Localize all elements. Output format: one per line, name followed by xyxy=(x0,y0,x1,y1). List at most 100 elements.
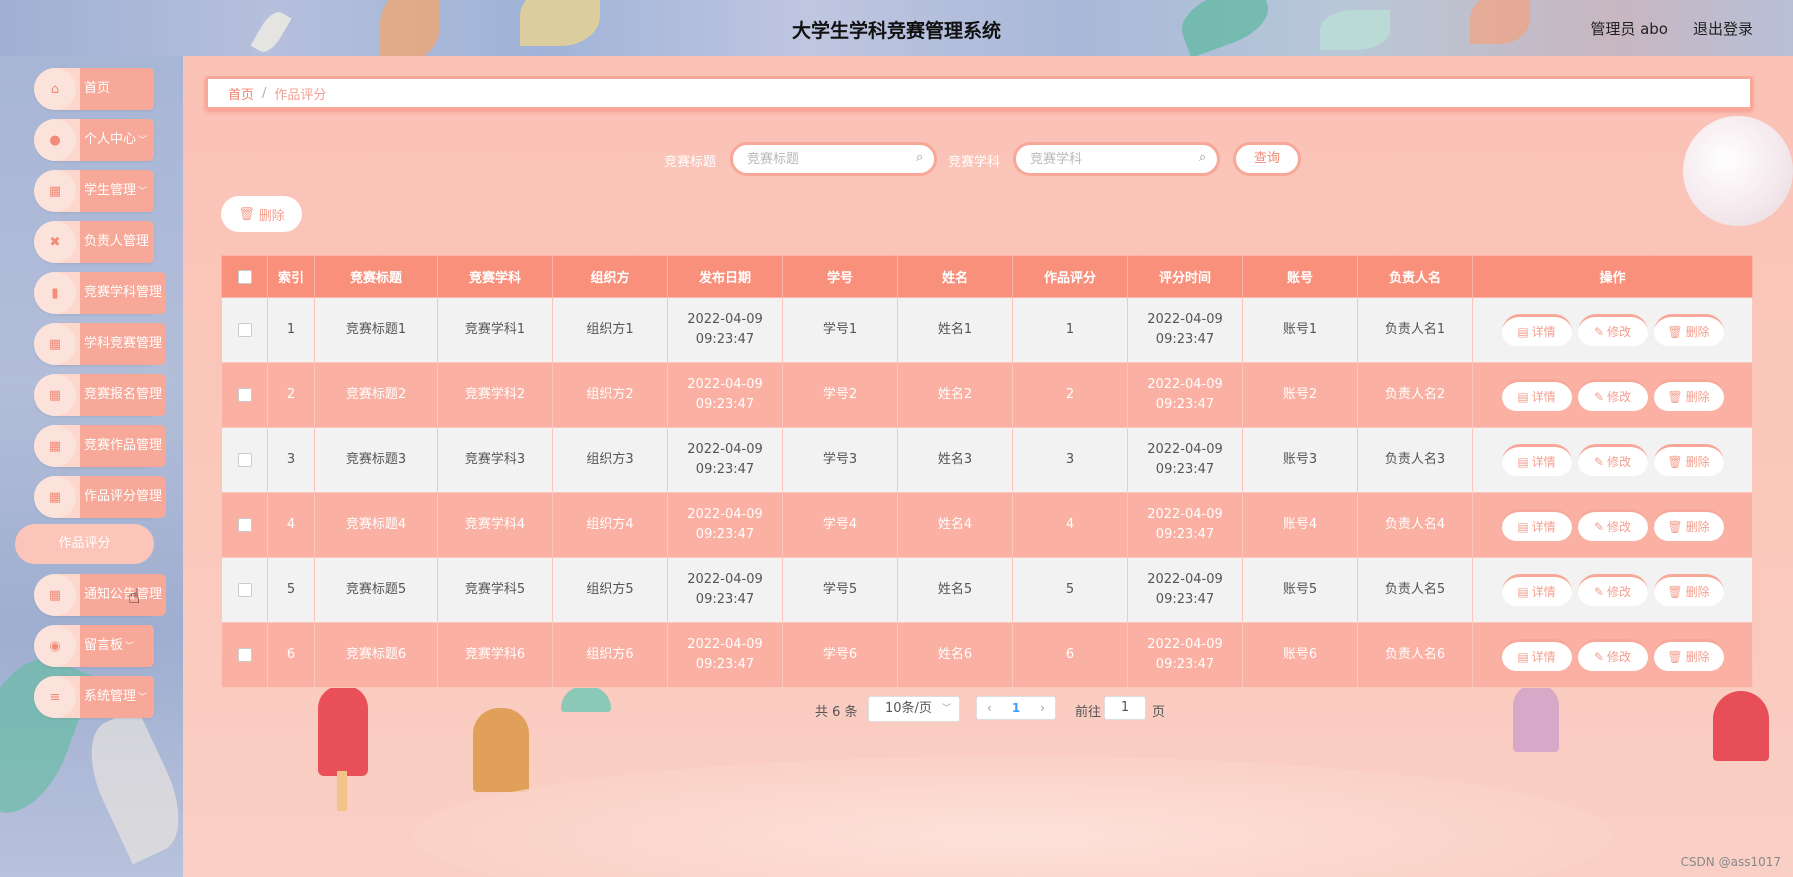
prev-page-icon[interactable]: ‹ xyxy=(987,701,992,715)
table-cell: 账号4 xyxy=(1242,492,1358,558)
table-cell: 组织方6 xyxy=(552,622,668,688)
detail-button[interactable]: ▤ 详情 xyxy=(1501,314,1572,346)
table-cell: 负责人名5 xyxy=(1357,557,1473,623)
grid-icon: ▦ xyxy=(48,438,62,454)
column-header: 姓名 xyxy=(897,255,1013,298)
edit-button[interactable]: ✎ 修改 xyxy=(1577,444,1648,476)
sidebar-item-students[interactable]: ▦ 学生管理 ﹀ xyxy=(34,170,154,212)
table-cell: 2022-04-09 09:23:47 xyxy=(667,557,783,623)
sidebar-item-registrations[interactable]: ▦ 竞赛报名管理 xyxy=(34,374,167,416)
table-cell: 竞赛标题3 xyxy=(314,427,438,493)
delete-button[interactable]: 🗑 删除 xyxy=(1653,574,1724,606)
sidebar-item-label: 首页 xyxy=(80,68,154,110)
breadcrumb-separator: / xyxy=(262,85,267,101)
title-search-input[interactable] xyxy=(730,142,937,176)
column-header: 评分时间 xyxy=(1127,255,1243,298)
grid-icon: ▦ xyxy=(48,587,62,603)
table-cell: 2022-04-09 09:23:47 xyxy=(1127,362,1243,428)
table-cell: 1 xyxy=(267,297,315,363)
table-cell: 2022-04-09 09:23:47 xyxy=(667,427,783,493)
detail-button[interactable]: ▤ 详情 xyxy=(1501,509,1572,541)
edit-button[interactable]: ✎ 修改 xyxy=(1577,639,1648,671)
row-checkbox[interactable] xyxy=(237,322,252,337)
detail-button-label: 详情 xyxy=(1531,519,1556,534)
delete-button[interactable]: 🗑 删除 xyxy=(1653,314,1724,346)
detail-button[interactable]: ▤ 详情 xyxy=(1501,379,1572,411)
sidebar-item-works[interactable]: ▦ 竞赛作品管理 xyxy=(34,425,167,467)
next-page-icon[interactable]: › xyxy=(1040,701,1045,715)
trash-icon: 🗑 xyxy=(1667,519,1683,534)
row-checkbox[interactable] xyxy=(237,517,252,532)
subject-search-input[interactable] xyxy=(1013,142,1220,176)
sidebar-item-managers[interactable]: ✖ 负责人管理 xyxy=(34,221,154,263)
pencil-icon: ✎ xyxy=(1593,454,1605,469)
table-row: 6 竞赛标题6 竞赛学科6 组织方6 2022-04-09 09:23:47 学号6 姓名6… xyxy=(221,622,1753,688)
detail-button[interactable]: ▤ 详情 xyxy=(1501,444,1572,476)
logout-link[interactable]: 退出登录 xyxy=(1693,18,1753,39)
sidebar-item-home[interactable]: ⌂ 首页 xyxy=(34,68,154,110)
title-search-label: 竞赛标题 xyxy=(664,155,717,170)
delete-button-label: 删除 xyxy=(1685,454,1710,469)
select-all-header xyxy=(221,255,268,298)
sidebar-item-label: 留言板 ﹀ xyxy=(80,625,154,667)
search-bar: 竞赛标题 ⌕ 竞赛学科 ⌕ 查询 xyxy=(183,142,1793,176)
table-cell: 竞赛标题1 xyxy=(314,297,438,363)
edit-button[interactable]: ✎ 修改 xyxy=(1577,574,1648,606)
table-cell: 负责人名4 xyxy=(1357,492,1473,558)
column-header: 发布日期 xyxy=(667,255,783,298)
table-cell: 5 xyxy=(267,557,315,623)
detail-button-label: 详情 xyxy=(1531,584,1556,599)
page-size-select[interactable]: 10条/页 ﹀ xyxy=(868,696,960,722)
table-cell: 账号6 xyxy=(1242,622,1358,688)
edit-button[interactable]: ✎ 修改 xyxy=(1577,509,1648,541)
delete-button[interactable]: 🗑 删除 xyxy=(1653,444,1724,476)
current-page[interactable]: 1 xyxy=(1012,701,1020,715)
table-cell: 学号5 xyxy=(782,557,898,623)
sidebar-item-system[interactable]: ≡ 系统管理 ﹀ xyxy=(34,676,154,718)
row-checkbox[interactable] xyxy=(237,647,252,662)
table-cell: 竞赛学科3 xyxy=(437,427,553,493)
delete-button[interactable]: 🗑 删除 xyxy=(1653,509,1724,541)
detail-button-label: 详情 xyxy=(1531,324,1556,339)
table-cell: 姓名2 xyxy=(897,362,1013,428)
sidebar-item-label: 竞赛学科管理 xyxy=(80,272,167,314)
document-icon: ▤ xyxy=(1517,324,1529,339)
row-checkbox[interactable] xyxy=(237,452,252,467)
sidebar-item-label: 个人中心 ﹀ xyxy=(80,119,154,161)
select-all-checkbox[interactable] xyxy=(237,269,252,284)
sidebar-subitem-work-score[interactable]: 作品评分 xyxy=(15,524,154,564)
delete-button[interactable]: 🗑 删除 xyxy=(1653,639,1724,671)
row-checkbox[interactable] xyxy=(237,387,252,402)
table-cell: 账号5 xyxy=(1242,557,1358,623)
table-cell: 学号4 xyxy=(782,492,898,558)
icon-holder: ▦ xyxy=(34,425,76,467)
scores-table: 索引 竞赛标题 竞赛学科 组织方 发布日期 学号 姓名 作品评分 评分时间 账号… xyxy=(221,255,1753,688)
label-text: 留言板 xyxy=(84,638,124,653)
table-cell: 姓名6 xyxy=(897,622,1013,688)
column-header: 组织方 xyxy=(552,255,668,298)
delete-button[interactable]: 🗑 删除 xyxy=(1653,379,1724,411)
sidebar-item-subjects[interactable]: ▮ 竞赛学科管理 xyxy=(34,272,167,314)
sidebar-item-personal[interactable]: ● 个人中心 ﹀ xyxy=(34,119,154,161)
detail-button-label: 详情 xyxy=(1531,649,1556,664)
icon-holder: ▦ xyxy=(34,374,76,416)
page-navigator: ‹ 1 › xyxy=(976,696,1056,720)
batch-delete-button[interactable]: 🗑 删除 xyxy=(221,196,302,232)
sidebar-item-messages[interactable]: ◉ 留言板 ﹀ xyxy=(34,625,154,667)
edit-button[interactable]: ✎ 修改 xyxy=(1577,314,1648,346)
sidebar-item-scoring[interactable]: ▦ 作品评分管理 xyxy=(34,476,167,518)
detail-button[interactable]: ▤ 详情 xyxy=(1501,574,1572,606)
ticket-icon: ✖ xyxy=(49,234,61,250)
edit-button[interactable]: ✎ 修改 xyxy=(1577,379,1648,411)
menu-icon: ≡ xyxy=(49,689,61,705)
breadcrumb-home[interactable]: 首页 xyxy=(228,84,254,103)
goto-page-input[interactable]: 1 xyxy=(1104,696,1146,720)
query-button[interactable]: 查询 xyxy=(1233,142,1301,176)
sidebar-item-label: 学生管理 ﹀ xyxy=(80,170,154,212)
table-cell: 组织方3 xyxy=(552,427,668,493)
sidebar-item-competitions[interactable]: ▦ 学科竞赛管理 xyxy=(34,323,167,365)
detail-button[interactable]: ▤ 详情 xyxy=(1501,639,1572,671)
search-icon: ⌕ xyxy=(916,150,924,165)
row-checkbox[interactable] xyxy=(237,582,252,597)
table-cell: 学号3 xyxy=(782,427,898,493)
